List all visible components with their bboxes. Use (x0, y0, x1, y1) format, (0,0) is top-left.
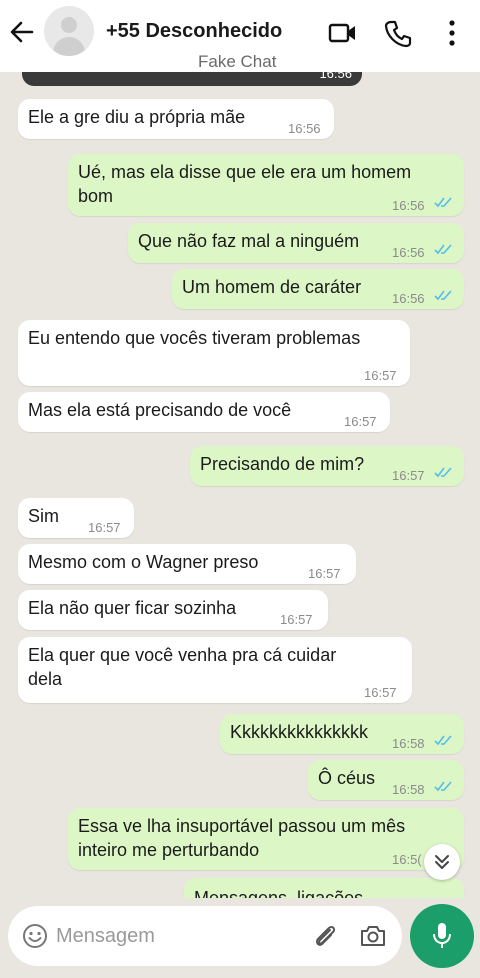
message-time: 16:57 (88, 520, 121, 535)
incoming-message[interactable]: Eu entendo que vocês tiveram problemas 1… (18, 320, 410, 386)
message-time: 16:58 (392, 736, 425, 751)
message-text: Precisando de mim? (200, 454, 365, 474)
image-timestamp: 16:56 (319, 72, 352, 81)
read-ticks-icon (434, 197, 452, 208)
message-time: 16:57 (308, 566, 341, 581)
message-time: 16:57 (364, 685, 397, 700)
incoming-message[interactable]: Ela quer que você venha pra cá cuidar de… (18, 637, 412, 703)
read-ticks-icon (434, 781, 452, 792)
message-text: Ela não quer ficar sozinha (28, 598, 237, 618)
emoji-icon[interactable] (22, 923, 48, 949)
scroll-to-bottom-button[interactable] (424, 844, 460, 880)
message-time: 16:56 (288, 121, 321, 136)
message-text-line-2: dela (28, 669, 63, 689)
contact-avatar[interactable] (44, 6, 94, 56)
message-text: Mesmo com o Wagner preso (28, 552, 259, 572)
more-options-icon[interactable] (444, 18, 460, 48)
read-ticks-icon (434, 244, 452, 255)
image-message-bottom[interactable]: 16:56 (22, 72, 362, 86)
message-time: 16:56 (392, 245, 425, 260)
outgoing-message[interactable]: Que não faz mal a ninguém 16:56 (128, 223, 464, 263)
double-chevron-down-icon (435, 855, 449, 869)
chat-header: +55 Desconhecido Fake Chat (0, 0, 480, 72)
message-text: Ué, mas ela disse que ele era um homem (78, 162, 412, 182)
attach-icon[interactable] (310, 921, 340, 951)
message-composer[interactable]: Mensagem (8, 906, 402, 966)
message-input-placeholder[interactable]: Mensagem (56, 925, 155, 948)
message-text: Mensagens, ligações... (194, 888, 379, 898)
back-arrow-icon[interactable] (8, 16, 36, 48)
outgoing-message[interactable]: Essa ve lha insuportável passou um mês i… (68, 808, 464, 870)
message-time: 16:57 (364, 368, 397, 383)
message-list[interactable]: 16:56 Ele a gre diu a própria mãe 16:56 … (0, 72, 480, 898)
outgoing-message[interactable]: Ué, mas ela disse que ele era um homem b… (68, 154, 464, 216)
message-text: Eu entendo que vocês tiveram problemas (28, 328, 361, 348)
incoming-message[interactable]: Sim 16:57 (18, 498, 134, 538)
outgoing-message[interactable]: Ô céus 16:58 (308, 760, 464, 800)
message-text: Mas ela está precisando de você (28, 400, 292, 420)
message-text: Kkkkkkkkkkkkkkk (230, 722, 369, 742)
message-text: Sim (28, 506, 59, 526)
incoming-message[interactable]: Mesmo com o Wagner preso 16:57 (18, 544, 356, 584)
outgoing-message[interactable]: Precisando de mim? 16:57 (190, 446, 464, 486)
message-text: Um homem de caráter (182, 277, 362, 297)
message-time: 16:5( (392, 852, 422, 867)
message-text-line-2: inteiro me perturbando (78, 840, 260, 860)
read-ticks-icon (434, 735, 452, 746)
avatar-head (61, 17, 77, 33)
avatar-body (53, 37, 85, 56)
message-time: 16:56 (392, 291, 425, 306)
message-time: 16:56 (392, 198, 425, 213)
message-text: Ô céus (318, 768, 376, 788)
incoming-message[interactable]: Ele a gre diu a própria mãe 16:56 (18, 99, 334, 139)
read-ticks-icon (434, 290, 452, 301)
fake-chat-label: Fake Chat (198, 52, 277, 71)
message-time: 16:57 (392, 468, 425, 483)
incoming-message[interactable]: Ela não quer ficar sozinha 16:57 (18, 590, 328, 630)
message-text: Que não faz mal a ninguém (138, 231, 360, 251)
outgoing-message[interactable]: Mensagens, ligações... (184, 878, 464, 898)
message-time: 16:58 (392, 782, 425, 797)
mic-icon (433, 923, 451, 948)
camera-icon[interactable] (358, 921, 388, 951)
mic-button[interactable] (410, 904, 474, 968)
read-ticks-icon (434, 467, 452, 478)
incoming-message[interactable]: Mas ela está precisando de você 16:57 (18, 392, 390, 432)
outgoing-message[interactable]: Kkkkkkkkkkkkkkk 16:58 (220, 714, 464, 754)
message-text-line-2: bom (78, 186, 114, 206)
phone-icon[interactable] (384, 18, 412, 48)
message-text: Ela quer que você venha pra cá cuidar (28, 645, 337, 665)
contact-name[interactable]: +55 Desconhecido (106, 20, 282, 43)
message-text: Ele a gre diu a própria mãe (28, 107, 246, 127)
message-text: Essa ve lha insuportável passou um mês (78, 816, 406, 836)
video-call-icon[interactable] (328, 20, 358, 46)
message-time: 16:57 (280, 612, 313, 627)
outgoing-message[interactable]: Um homem de caráter 16:56 (172, 269, 464, 309)
message-time: 16:57 (344, 414, 377, 429)
